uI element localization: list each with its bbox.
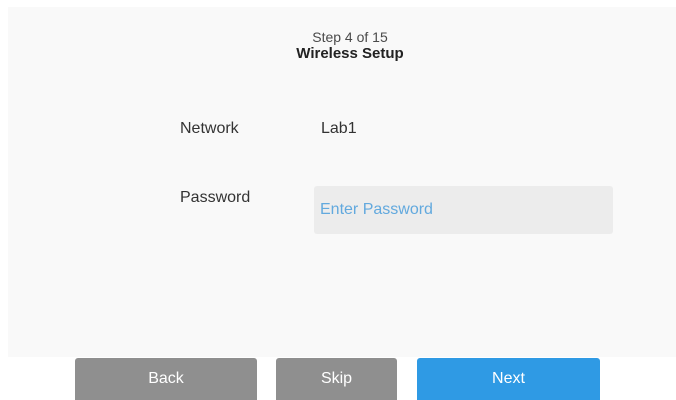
step-indicator: Step 4 of 15 (312, 29, 388, 45)
password-label: Password (180, 189, 251, 206)
network-label: Network (180, 120, 239, 137)
skip-button[interactable]: Skip (276, 358, 397, 400)
password-input[interactable] (314, 186, 613, 234)
page-title: Wireless Setup (296, 45, 404, 62)
next-button[interactable]: Next (417, 358, 600, 400)
network-value: Lab1 (321, 120, 357, 137)
setup-header: Step 4 of 15 Wireless Setup (0, 29, 676, 63)
back-button[interactable]: Back (75, 358, 257, 400)
